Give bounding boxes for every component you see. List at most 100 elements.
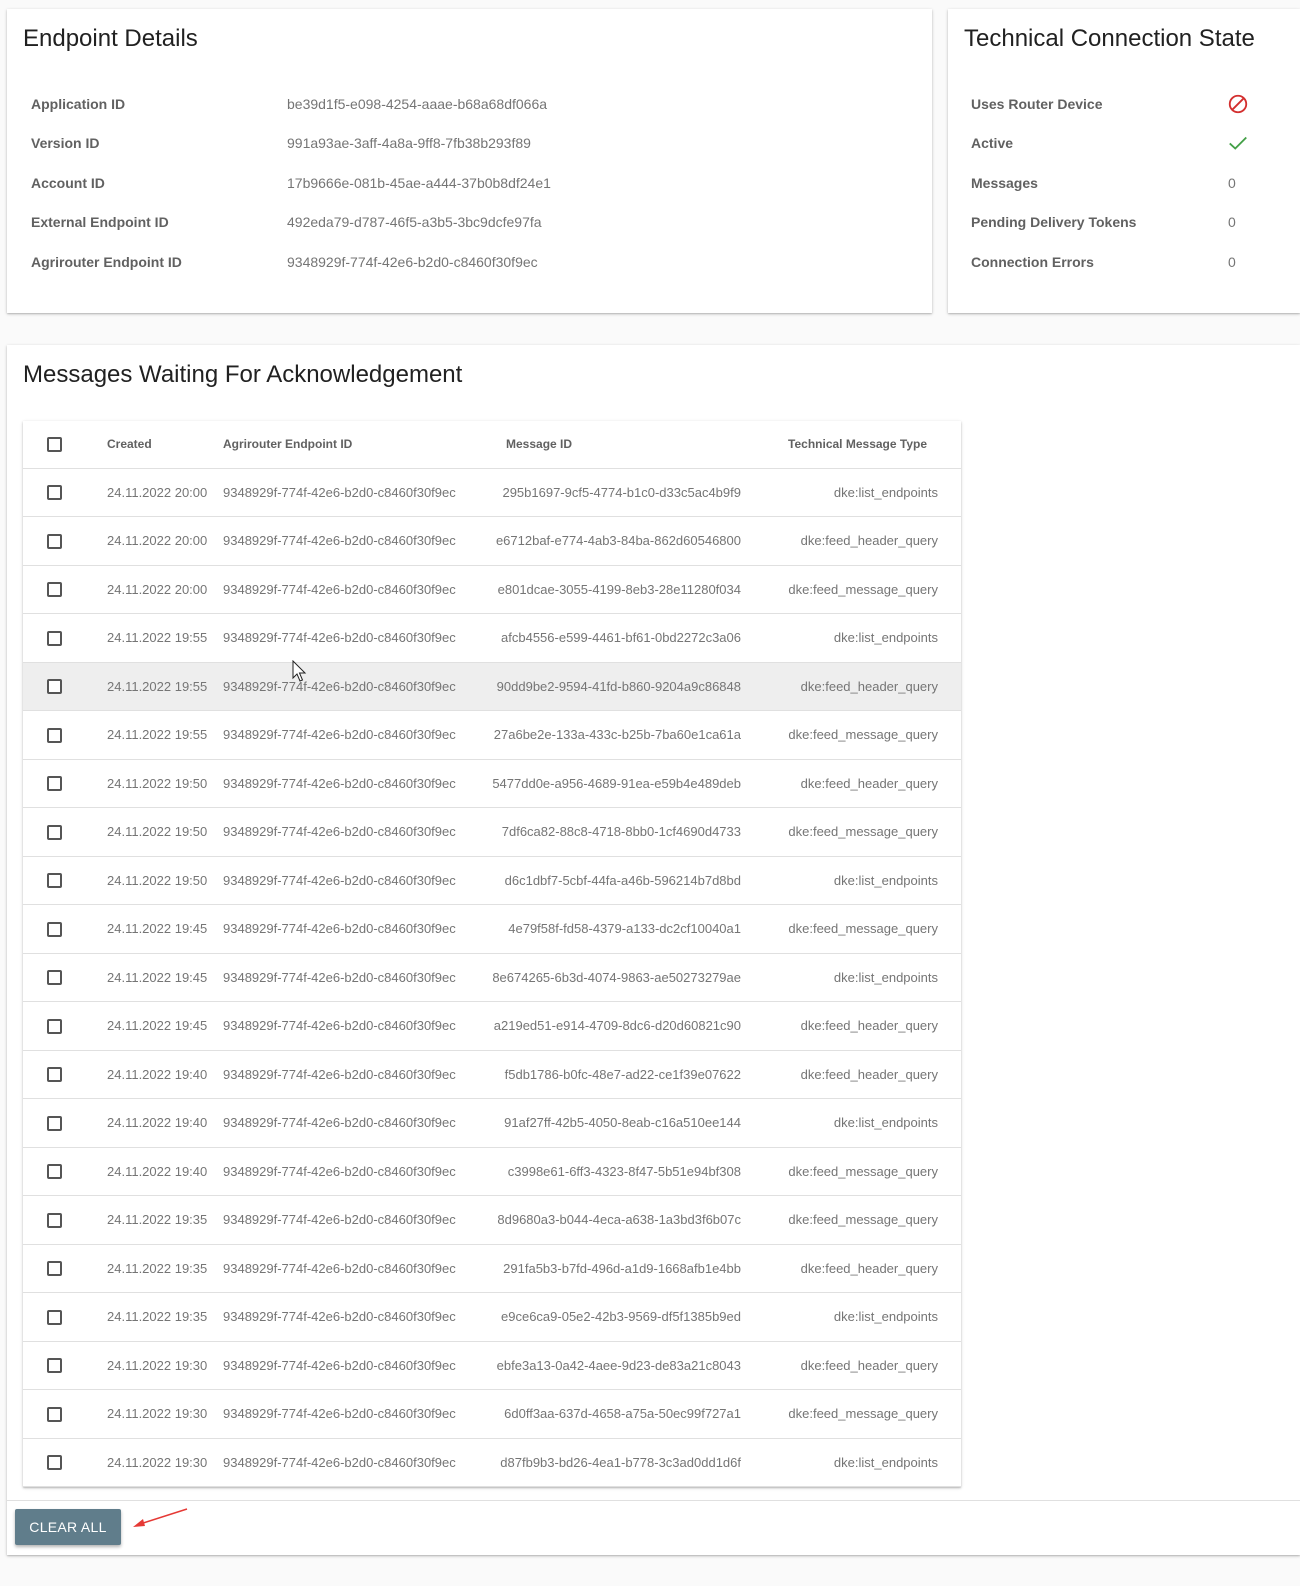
row-checkbox[interactable] — [47, 630, 62, 646]
table-row[interactable]: 24.11.2022 19:50 9348929f-774f-42e6-b2d0-… — [23, 807, 961, 857]
cell-message-id: ebfe3a13-0a42-4aee-9d23-de83a21c8043 — [489, 1341, 775, 1390]
table-row[interactable]: 24.11.2022 19:30 9348929f-774f-42e6-b2d0-… — [23, 1341, 961, 1390]
cell-endpoint-id: 9348929f-774f-42e6-b2d0-c8460f30f9ec — [223, 1001, 489, 1051]
table-row[interactable]: 24.11.2022 20:00 9348929f-774f-42e6-b2d0-… — [23, 565, 961, 614]
cell-message-id: 295b1697-9cf5-4774-b1c0-d33c5ac4b9f9 — [489, 468, 775, 517]
cell-message-type: dke:list_endpoints — [775, 468, 961, 517]
table-row[interactable]: 24.11.2022 19:55 9348929f-774f-42e6-b2d0-… — [23, 662, 961, 711]
cell-message-type: dke:feed_header_query — [775, 1341, 961, 1390]
messages-waiting-card: Messages Waiting For Acknowledgement Cre… — [7, 345, 1300, 1555]
cell-created: 24.11.2022 19:55 — [89, 710, 223, 760]
cell-created: 24.11.2022 19:35 — [89, 1195, 223, 1245]
row-select-cell — [23, 662, 89, 711]
row-checkbox[interactable] — [47, 1261, 62, 1277]
cell-created: 24.11.2022 19:55 — [89, 613, 223, 663]
detail-label: Agrirouter Endpoint ID — [31, 254, 182, 270]
cell-endpoint-id: 9348929f-774f-42e6-b2d0-c8460f30f9ec — [223, 1341, 489, 1390]
row-checkbox[interactable] — [47, 485, 62, 501]
cell-message-type: dke:feed_message_query — [775, 1389, 961, 1439]
row-checkbox[interactable] — [47, 776, 62, 792]
cell-created: 24.11.2022 19:50 — [89, 856, 223, 905]
column-header-created[interactable]: Created — [89, 421, 223, 469]
cell-message-id: 6d0ff3aa-637d-4658-a75a-50ec99f727a1 — [489, 1389, 775, 1439]
cell-message-type: dke:feed_message_query — [775, 1147, 961, 1196]
cell-message-type: dke:list_endpoints — [775, 856, 961, 905]
row-select-cell — [23, 856, 89, 905]
cell-created: 24.11.2022 19:30 — [89, 1341, 223, 1390]
cell-endpoint-id: 9348929f-774f-42e6-b2d0-c8460f30f9ec — [223, 662, 489, 711]
row-checkbox[interactable] — [47, 1164, 62, 1180]
cell-message-id: 90dd9be2-9594-41fd-b860-9204a9c86848 — [489, 662, 775, 711]
column-header-message-id[interactable]: Message ID — [489, 421, 775, 469]
detail-value: 492eda79-d787-46f5-a3b5-3bc9dcfe97fa — [287, 214, 542, 230]
row-checkbox[interactable] — [47, 873, 62, 889]
row-select-cell — [23, 1147, 89, 1196]
table-row[interactable]: 24.11.2022 19:45 9348929f-774f-42e6-b2d0-… — [23, 1001, 961, 1051]
cell-created: 24.11.2022 19:30 — [89, 1438, 223, 1487]
detail-value: 991a93ae-3aff-4a8a-9ff8-7fb38b293f89 — [287, 135, 531, 151]
row-select-cell — [23, 1050, 89, 1099]
clear-all-button[interactable]: CLEAR ALL — [15, 1509, 121, 1545]
row-select-cell — [23, 516, 89, 566]
row-checkbox[interactable] — [47, 1018, 62, 1034]
row-checkbox[interactable] — [47, 1067, 62, 1083]
row-checkbox[interactable] — [47, 1455, 62, 1471]
cell-message-id: 8d9680a3-b044-4eca-a638-1a3bd3f6b07c — [489, 1195, 775, 1245]
table-row[interactable]: 24.11.2022 19:55 9348929f-774f-42e6-b2d0-… — [23, 613, 961, 663]
row-checkbox[interactable] — [47, 582, 62, 598]
row-checkbox[interactable] — [47, 921, 62, 937]
row-select-cell — [23, 807, 89, 857]
cell-created: 24.11.2022 20:00 — [89, 565, 223, 614]
table-row[interactable]: 24.11.2022 19:45 9348929f-774f-42e6-b2d0-… — [23, 953, 961, 1002]
table-row[interactable]: 24.11.2022 19:45 9348929f-774f-42e6-b2d0-… — [23, 904, 961, 954]
cell-created: 24.11.2022 19:40 — [89, 1147, 223, 1196]
cell-endpoint-id: 9348929f-774f-42e6-b2d0-c8460f30f9ec — [223, 807, 489, 857]
row-checkbox[interactable] — [47, 1406, 62, 1422]
cell-message-type: dke:feed_header_query — [775, 662, 961, 711]
table-row[interactable]: 24.11.2022 19:30 9348929f-774f-42e6-b2d0-… — [23, 1389, 961, 1439]
cell-message-type: dke:feed_message_query — [775, 807, 961, 857]
cell-endpoint-id: 9348929f-774f-42e6-b2d0-c8460f30f9ec — [223, 710, 489, 760]
row-checkbox[interactable] — [47, 679, 62, 695]
table-row[interactable]: 24.11.2022 19:35 9348929f-774f-42e6-b2d0-… — [23, 1244, 961, 1293]
table-row[interactable]: 24.11.2022 19:50 9348929f-774f-42e6-b2d0-… — [23, 856, 961, 905]
detail-value: be39d1f5-e098-4254-aaae-b68a68df066a — [287, 96, 548, 112]
messages-table: Created Agrirouter Endpoint ID Message I… — [23, 421, 961, 1487]
table-row[interactable]: 24.11.2022 19:50 9348929f-774f-42e6-b2d0-… — [23, 759, 961, 808]
state-label: Messages — [971, 175, 1038, 191]
cell-created: 24.11.2022 19:45 — [89, 1001, 223, 1051]
table-row[interactable]: 24.11.2022 19:35 9348929f-774f-42e6-b2d0-… — [23, 1292, 961, 1342]
column-header-endpoint-id[interactable]: Agrirouter Endpoint ID — [223, 421, 489, 469]
cell-endpoint-id: 9348929f-774f-42e6-b2d0-c8460f30f9ec — [223, 613, 489, 663]
table-row[interactable]: 24.11.2022 19:35 9348929f-774f-42e6-b2d0-… — [23, 1195, 961, 1245]
cell-endpoint-id: 9348929f-774f-42e6-b2d0-c8460f30f9ec — [223, 1050, 489, 1099]
cell-endpoint-id: 9348929f-774f-42e6-b2d0-c8460f30f9ec — [223, 904, 489, 954]
row-checkbox[interactable] — [47, 1115, 62, 1131]
table-row[interactable]: 24.11.2022 19:55 9348929f-774f-42e6-b2d0-… — [23, 710, 961, 760]
table-row[interactable]: 24.11.2022 20:00 9348929f-774f-42e6-b2d0-… — [23, 516, 961, 566]
row-checkbox[interactable] — [47, 1309, 62, 1325]
row-checkbox[interactable] — [47, 533, 62, 549]
row-select-cell — [23, 710, 89, 760]
cell-endpoint-id: 9348929f-774f-42e6-b2d0-c8460f30f9ec — [223, 953, 489, 1002]
cell-message-id: e9ce6ca9-05e2-42b3-9569-df5f1385b9ed — [489, 1292, 775, 1342]
cell-created: 24.11.2022 19:40 — [89, 1098, 223, 1148]
row-checkbox[interactable] — [47, 1358, 62, 1374]
cell-message-type: dke:feed_header_query — [775, 516, 961, 566]
column-header-message-type[interactable]: Technical Message Type — [775, 421, 961, 469]
table-row[interactable]: 24.11.2022 19:40 9348929f-774f-42e6-b2d0-… — [23, 1147, 961, 1196]
cell-message-type: dke:feed_message_query — [775, 565, 961, 614]
table-row[interactable]: 24.11.2022 20:00 9348929f-774f-42e6-b2d0-… — [23, 468, 961, 517]
technical-state-title: Technical Connection State — [964, 25, 1255, 52]
table-row[interactable]: 24.11.2022 19:40 9348929f-774f-42e6-b2d0-… — [23, 1050, 961, 1099]
row-checkbox[interactable] — [47, 727, 62, 743]
state-label: Active — [971, 135, 1014, 151]
table-row[interactable]: 24.11.2022 19:40 9348929f-774f-42e6-b2d0-… — [23, 1098, 961, 1148]
table-row[interactable]: 24.11.2022 19:30 9348929f-774f-42e6-b2d0-… — [23, 1438, 961, 1487]
row-checkbox[interactable] — [47, 1212, 62, 1228]
row-select-cell — [23, 1195, 89, 1245]
row-checkbox[interactable] — [47, 970, 62, 986]
select-all-checkbox[interactable] — [47, 436, 62, 452]
row-checkbox[interactable] — [47, 824, 62, 840]
row-select-cell — [23, 1292, 89, 1342]
